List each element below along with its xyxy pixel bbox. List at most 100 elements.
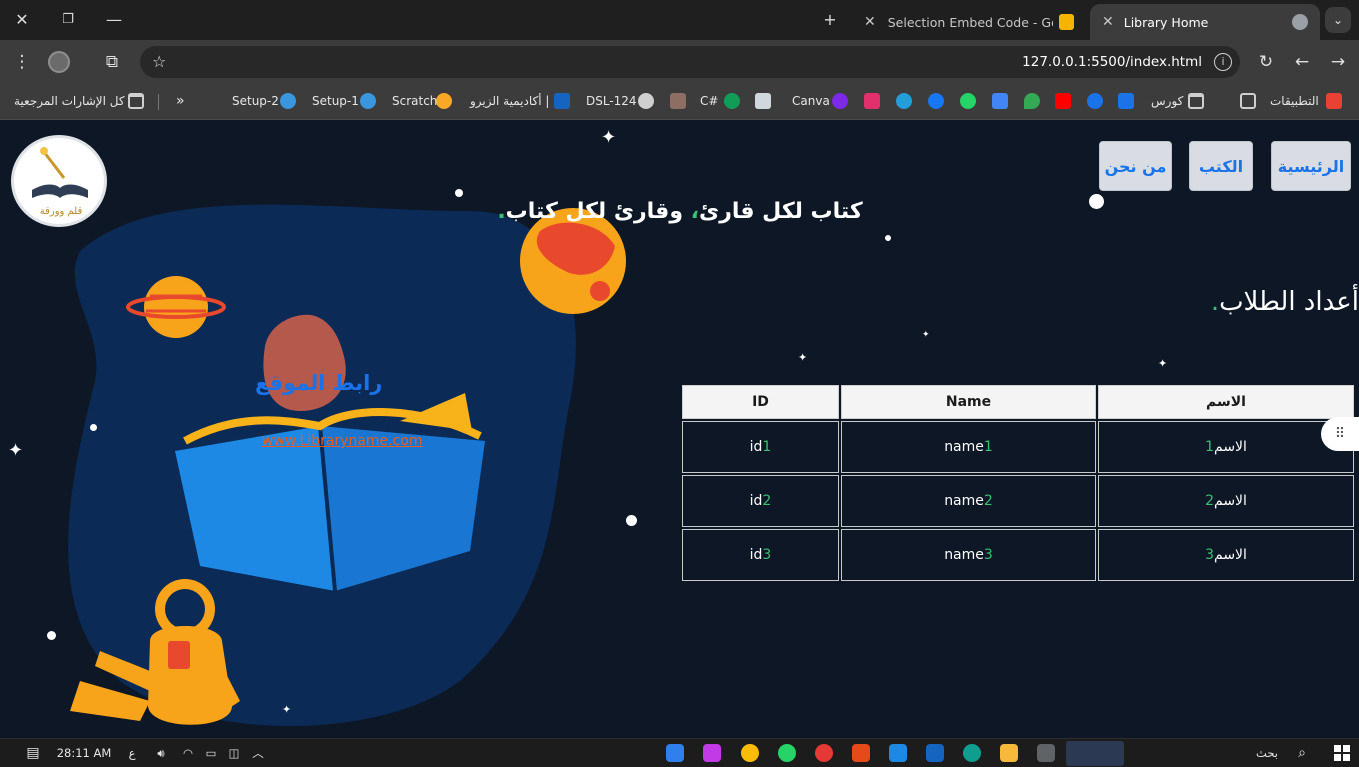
slogan-dot: . — [497, 199, 506, 224]
nav-about-button[interactable]: من نحن — [1099, 141, 1172, 191]
facebook-icon[interactable] — [928, 93, 944, 109]
opera-icon[interactable] — [815, 744, 833, 762]
slogan-part: وقارئ لكل كتاب — [505, 199, 683, 224]
input-language[interactable]: ع — [124, 743, 140, 764]
apps-grid-icon — [1326, 93, 1342, 109]
vscode-icon[interactable] — [666, 744, 684, 762]
cell-number: 1 — [762, 439, 772, 455]
bookmark-canva[interactable]: Canva — [792, 84, 830, 118]
students-table: ID Name الاسم id1 name1 الاسم1 id2 name2… — [680, 383, 1356, 583]
maps-icon[interactable] — [1024, 93, 1040, 109]
cell-text: الاسم — [1214, 547, 1247, 563]
bookmarks-overflow-button[interactable]: » — [176, 84, 185, 118]
new-tab-button[interactable]: + — [818, 8, 842, 32]
nav-home-button[interactable]: الرئيسية — [1271, 141, 1351, 191]
clock-time[interactable]: 28:11 AM — [56, 743, 112, 764]
window-restore-button[interactable]: ❐ — [56, 8, 80, 32]
chrome-remote-icon[interactable] — [1087, 93, 1103, 109]
canva-icon — [832, 93, 848, 109]
zoho-icon — [1058, 14, 1074, 30]
star-dot — [90, 424, 97, 431]
copilot-icon[interactable] — [703, 744, 721, 762]
cell-number: 2 — [983, 493, 993, 509]
chevron-up-icon[interactable]: ︿ — [250, 743, 266, 764]
site-logo[interactable]: قلم وورقة — [11, 135, 107, 227]
address-bar[interactable]: ☆ 127.0.0.1:5500/index.html i — [140, 46, 1240, 78]
star-dot — [47, 631, 56, 640]
tab-close-icon[interactable]: ✕ — [864, 14, 876, 30]
cell-id: id3 — [682, 529, 839, 581]
nav-books-button[interactable]: الكتب — [1189, 141, 1253, 191]
cell-arabic-name: الاسم2 — [1098, 475, 1354, 527]
bookmark-dsl[interactable]: DSL-124 — [586, 84, 637, 118]
bookmark-all-bookmarks[interactable]: كل الإشارات المرجعية — [14, 84, 125, 118]
page-content: ✦ ✦ ✦ ✦ ✦ ✦ قلم وورقة الرئيسية الكتب من … — [0, 121, 1359, 738]
device-icon[interactable]: ◫ — [226, 743, 242, 764]
menu-kebab-icon[interactable]: ⋮ — [10, 50, 34, 74]
telegram-icon[interactable] — [896, 93, 912, 109]
window-close-button[interactable]: ✕ — [10, 8, 34, 32]
windows-start-icon[interactable] — [1334, 745, 1350, 761]
youtube-icon[interactable] — [1055, 93, 1071, 109]
bookmark-zero-academy[interactable]: أكاديمية الزيرو | — [470, 84, 549, 118]
profile-avatar[interactable] — [48, 51, 70, 73]
whatsapp-icon[interactable] — [960, 93, 976, 109]
bookmark-scratch[interactable]: Scratch — [392, 84, 437, 118]
cell-name: name1 — [841, 421, 1096, 473]
sparkle-icon: ✦ — [922, 330, 930, 340]
google-translate-icon[interactable] — [992, 93, 1008, 109]
extensions-icon[interactable]: ⧉ — [100, 50, 124, 74]
bookmark-setup-2[interactable]: Setup-2 — [232, 84, 279, 118]
window-minimize-button[interactable]: — — [102, 8, 126, 32]
bookmark-apps[interactable]: التطبيقات — [1270, 84, 1319, 118]
cell-number: 3 — [1205, 547, 1214, 563]
bookmark-course[interactable]: كورس — [1151, 84, 1183, 118]
bookmark-star-icon[interactable]: ☆ — [152, 46, 166, 78]
film-icon[interactable] — [670, 93, 686, 109]
table-row: id2 name2 الاسم2 — [682, 475, 1354, 527]
cell-name: name2 — [841, 475, 1096, 527]
mail-icon[interactable] — [889, 744, 907, 762]
widgets-icon[interactable] — [1066, 741, 1124, 766]
tab-selection-embed-code[interactable]: ✕ Selection Embed Code - Google — [852, 4, 1086, 40]
sparkle-icon: ✦ — [8, 440, 24, 461]
cell-number: 2 — [1205, 493, 1214, 509]
site-icon[interactable] — [755, 93, 771, 109]
instagram-icon[interactable] — [864, 93, 880, 109]
wifi-icon[interactable]: ◠ — [180, 743, 196, 764]
folder-icon — [128, 93, 144, 109]
translate-icon[interactable] — [1118, 93, 1134, 109]
cell-text: name — [944, 493, 984, 509]
task-view-icon[interactable] — [1037, 744, 1055, 762]
battery-icon[interactable]: ▭ — [203, 743, 219, 764]
office-icon[interactable] — [852, 744, 870, 762]
cell-text: id — [749, 547, 763, 563]
whatsapp-icon[interactable] — [778, 744, 796, 762]
cell-number: 3 — [762, 547, 772, 563]
site-info-icon[interactable]: i — [1214, 53, 1232, 71]
file-explorer-icon[interactable] — [1000, 744, 1018, 762]
tab-library-home[interactable]: ✕ Library Home — [1090, 4, 1320, 40]
taskbar-search-label[interactable]: بحث — [1252, 743, 1282, 764]
store-icon[interactable] — [926, 744, 944, 762]
tab-title: Selection Embed Code - Google — [887, 14, 1053, 30]
bookmark-setup-1[interactable]: Setup-1 — [312, 84, 359, 118]
star-dot — [626, 515, 637, 526]
chrome-icon[interactable] — [741, 744, 759, 762]
search-icon[interactable]: ⌕ — [1292, 743, 1312, 764]
edge-icon[interactable] — [963, 744, 981, 762]
site-url-link[interactable]: www.Libraryname.com — [262, 433, 423, 449]
url-text[interactable]: 127.0.0.1:5500/index.html — [1022, 46, 1202, 78]
globe-icon — [1292, 14, 1308, 30]
drag-handle-icon[interactable]: ⠿ — [1321, 417, 1359, 451]
cell-text: الاسم — [1214, 439, 1247, 455]
bookmark-csharp[interactable]: C# — [700, 84, 718, 118]
volume-icon[interactable]: 🔊︎ — [152, 743, 170, 764]
reload-icon[interactable]: ↻ — [1254, 50, 1278, 74]
back-arrow-icon[interactable]: ← — [1290, 50, 1314, 74]
tab-search-button[interactable]: ⌄ — [1325, 7, 1351, 33]
notifications-icon[interactable]: ▤ — [22, 743, 44, 764]
grid-icon[interactable] — [1240, 93, 1256, 109]
forward-arrow-icon[interactable]: → — [1326, 50, 1350, 74]
tab-close-icon[interactable]: ✕ — [1102, 14, 1114, 30]
